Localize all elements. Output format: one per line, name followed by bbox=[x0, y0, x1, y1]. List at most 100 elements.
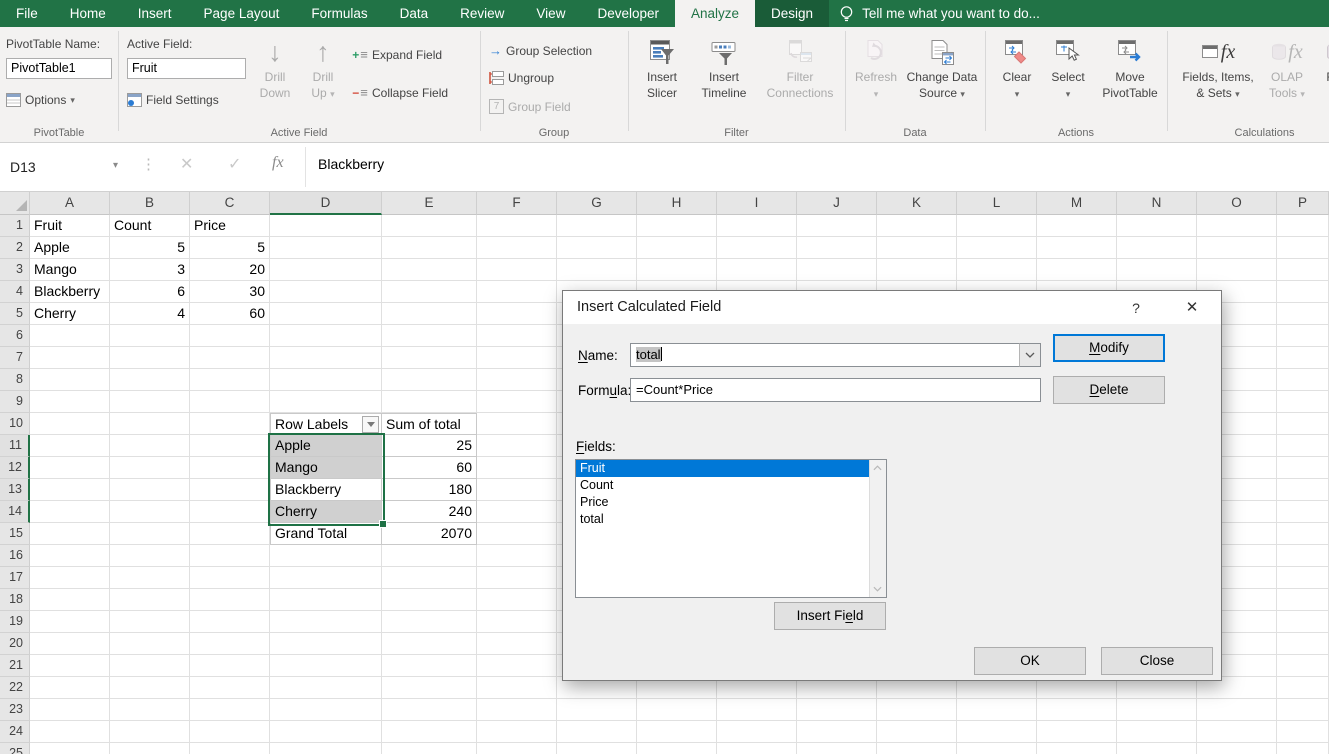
cell-A14[interactable] bbox=[30, 501, 110, 523]
cell-F5[interactable] bbox=[477, 303, 557, 325]
cell-E8[interactable] bbox=[382, 369, 477, 391]
cell-F19[interactable] bbox=[477, 611, 557, 633]
column-header-C[interactable]: C bbox=[190, 192, 270, 215]
cell-F6[interactable] bbox=[477, 325, 557, 347]
cell-A23[interactable] bbox=[30, 699, 110, 721]
name-dropdown-button[interactable] bbox=[1019, 343, 1041, 367]
cell-C12[interactable] bbox=[190, 457, 270, 479]
close-button[interactable]: Close bbox=[1101, 647, 1213, 675]
cell-E23[interactable] bbox=[382, 699, 477, 721]
fields-scrollbar[interactable] bbox=[869, 460, 886, 597]
cell-A25[interactable] bbox=[30, 743, 110, 754]
tab-view[interactable]: View bbox=[520, 0, 581, 27]
cell-E7[interactable] bbox=[382, 347, 477, 369]
row-header-24[interactable]: 24 bbox=[0, 721, 30, 743]
cell-O24[interactable] bbox=[1197, 721, 1277, 743]
cell-L24[interactable] bbox=[957, 721, 1037, 743]
cell-O2[interactable] bbox=[1197, 237, 1277, 259]
cell-M23[interactable] bbox=[1037, 699, 1117, 721]
cell-P18[interactable] bbox=[1277, 589, 1329, 611]
row-header-25[interactable]: 25 bbox=[0, 743, 30, 754]
cell-E18[interactable] bbox=[382, 589, 477, 611]
cell-D24[interactable] bbox=[270, 721, 382, 743]
cell-E20[interactable] bbox=[382, 633, 477, 655]
row-labels-filter-button[interactable] bbox=[362, 416, 379, 433]
cell-C24[interactable] bbox=[190, 721, 270, 743]
dialog-help-button[interactable]: ? bbox=[1121, 297, 1151, 319]
select-button[interactable]: Select ▾ bbox=[1044, 33, 1092, 129]
cell-C8[interactable] bbox=[190, 369, 270, 391]
cell-G1[interactable] bbox=[557, 215, 637, 237]
cell-B20[interactable] bbox=[110, 633, 190, 655]
cell-H1[interactable] bbox=[637, 215, 717, 237]
field-option-Count[interactable]: Count bbox=[576, 477, 886, 494]
field-option-Price[interactable]: Price bbox=[576, 494, 886, 511]
cell-F20[interactable] bbox=[477, 633, 557, 655]
cell-C17[interactable] bbox=[190, 567, 270, 589]
cell-B24[interactable] bbox=[110, 721, 190, 743]
cell-E4[interactable] bbox=[382, 281, 477, 303]
ungroup-button[interactable]: Ungroup bbox=[489, 71, 554, 85]
cell-N3[interactable] bbox=[1117, 259, 1197, 281]
cell-F3[interactable] bbox=[477, 259, 557, 281]
cell-D25[interactable] bbox=[270, 743, 382, 754]
cell-D20[interactable] bbox=[270, 633, 382, 655]
cell-B12[interactable] bbox=[110, 457, 190, 479]
cell-C22[interactable] bbox=[190, 677, 270, 699]
cell-A6[interactable] bbox=[30, 325, 110, 347]
cell-C16[interactable] bbox=[190, 545, 270, 567]
name-box-caret-icon[interactable]: ▾ bbox=[113, 160, 118, 171]
tab-data[interactable]: Data bbox=[384, 0, 445, 27]
active-field-input[interactable]: Fruit bbox=[127, 58, 246, 79]
cell-D23[interactable] bbox=[270, 699, 382, 721]
cell-P10[interactable] bbox=[1277, 413, 1329, 435]
cell-E11[interactable]: 25 bbox=[382, 435, 477, 457]
cell-L2[interactable] bbox=[957, 237, 1037, 259]
cell-C11[interactable] bbox=[190, 435, 270, 457]
cell-F2[interactable] bbox=[477, 237, 557, 259]
cell-H23[interactable] bbox=[637, 699, 717, 721]
field-option-Fruit[interactable]: Fruit bbox=[576, 460, 886, 477]
column-header-I[interactable]: I bbox=[717, 192, 797, 215]
column-header-K[interactable]: K bbox=[877, 192, 957, 215]
cell-B10[interactable] bbox=[110, 413, 190, 435]
cell-A16[interactable] bbox=[30, 545, 110, 567]
cell-A17[interactable] bbox=[30, 567, 110, 589]
cell-E21[interactable] bbox=[382, 655, 477, 677]
row-header-10[interactable]: 10 bbox=[0, 413, 30, 435]
cell-B15[interactable] bbox=[110, 523, 190, 545]
cell-L23[interactable] bbox=[957, 699, 1037, 721]
cell-B8[interactable] bbox=[110, 369, 190, 391]
tab-file[interactable]: File bbox=[0, 0, 54, 27]
cell-F8[interactable] bbox=[477, 369, 557, 391]
cell-E19[interactable] bbox=[382, 611, 477, 633]
cell-B25[interactable] bbox=[110, 743, 190, 754]
cell-C25[interactable] bbox=[190, 743, 270, 754]
cell-N25[interactable] bbox=[1117, 743, 1197, 754]
cell-P12[interactable] bbox=[1277, 457, 1329, 479]
cell-I1[interactable] bbox=[717, 215, 797, 237]
cell-A4[interactable]: Blackberry bbox=[30, 281, 110, 303]
tab-analyze[interactable]: Analyze bbox=[675, 0, 755, 27]
row-header-22[interactable]: 22 bbox=[0, 677, 30, 699]
cell-D21[interactable] bbox=[270, 655, 382, 677]
row-header-7[interactable]: 7 bbox=[0, 347, 30, 369]
row-header-16[interactable]: 16 bbox=[0, 545, 30, 567]
cell-C2[interactable]: 5 bbox=[190, 237, 270, 259]
cell-H25[interactable] bbox=[637, 743, 717, 754]
cell-M24[interactable] bbox=[1037, 721, 1117, 743]
cell-A1[interactable]: Fruit bbox=[30, 215, 110, 237]
cell-E1[interactable] bbox=[382, 215, 477, 237]
cell-P7[interactable] bbox=[1277, 347, 1329, 369]
cell-I2[interactable] bbox=[717, 237, 797, 259]
column-header-A[interactable]: A bbox=[30, 192, 110, 215]
scroll-up-icon[interactable] bbox=[870, 460, 885, 476]
cell-F23[interactable] bbox=[477, 699, 557, 721]
cell-P20[interactable] bbox=[1277, 633, 1329, 655]
cell-C9[interactable] bbox=[190, 391, 270, 413]
dialog-close-button[interactable]: ✕ bbox=[1177, 297, 1207, 319]
cell-C20[interactable] bbox=[190, 633, 270, 655]
cell-K24[interactable] bbox=[877, 721, 957, 743]
cell-D4[interactable] bbox=[270, 281, 382, 303]
row-header-19[interactable]: 19 bbox=[0, 611, 30, 633]
